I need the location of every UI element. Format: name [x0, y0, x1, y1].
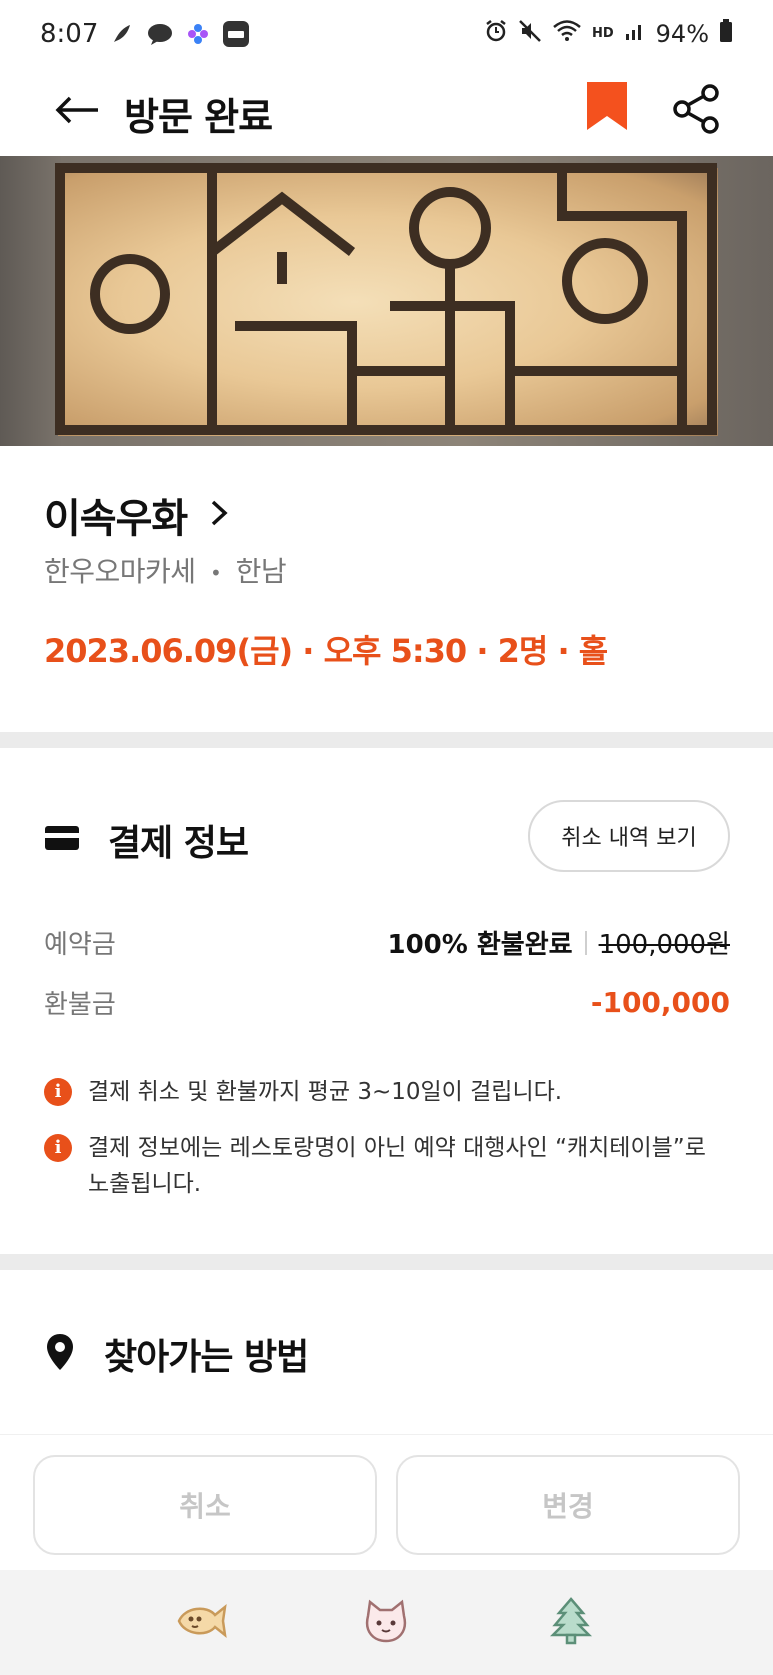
- app-bar: 방문 완료: [0, 68, 773, 156]
- value-separator: [584, 930, 587, 955]
- notice-text: 결제 정보에는 레스토랑명이 아닌 예약 대행사인 “캐치테이블”로 노출됩니다…: [88, 1135, 706, 1197]
- original-amount: 100,000원: [598, 930, 730, 960]
- info-icon: i: [44, 1134, 72, 1162]
- section-divider: [0, 1254, 773, 1270]
- restaurant-photo: [0, 156, 773, 446]
- restaurant-name-link[interactable]: 이속우화: [44, 486, 229, 544]
- refund-status: 100% 환불완료: [387, 930, 573, 960]
- payment-section: 결제 정보 취소 내역 보기 예약금 100% 환불완료 100,000원 환불…: [0, 748, 773, 1254]
- feather-icon: [108, 20, 136, 48]
- bookmark-button[interactable]: [585, 78, 639, 144]
- location-pin-icon: [44, 1332, 76, 1376]
- restaurant-area: 한남: [235, 555, 287, 588]
- cat-icon: [362, 1598, 410, 1648]
- restaurant-meta: 한우오마카세 • 한남: [44, 550, 287, 590]
- nav-item-fish[interactable]: [172, 1595, 232, 1651]
- deposit-label: 예약금: [44, 930, 116, 960]
- booking-summary: 2023.06.09(금) · 오후 5:30 · 2명 · 홀: [44, 632, 608, 670]
- restaurant-category: 한우오마카세: [44, 555, 196, 588]
- tree-icon: [549, 1596, 593, 1649]
- bottom-nav: [0, 1570, 773, 1675]
- notice-text: 결제 취소 및 환불까지 평균 3~10일이 걸립니다.: [88, 1079, 563, 1105]
- deposit-value: 100% 환불완료 100,000원: [388, 924, 731, 961]
- restaurant-name: 이속우화: [44, 496, 188, 542]
- mute-icon: [518, 19, 542, 49]
- chevron-right-icon: [209, 498, 229, 532]
- page-title: 방문 완료: [124, 95, 273, 139]
- directions-header: 찾아가는 방법: [44, 1328, 309, 1380]
- payment-title: 결제 정보: [108, 823, 249, 864]
- plus-sparkle-icon: [184, 20, 212, 48]
- card-icon: [44, 824, 80, 856]
- refund-label: 환불금: [44, 990, 116, 1020]
- refund-amount: -100,000: [590, 986, 730, 1019]
- change-button[interactable]: 변경: [396, 1455, 740, 1555]
- refund-row: 환불금 -100,000: [44, 984, 730, 1021]
- cancel-button[interactable]: 취소: [33, 1455, 377, 1555]
- notice-item: i 결제 정보에는 레스토랑명이 아닌 예약 대행사인 “캐치테이블”로 노출됩…: [44, 1130, 730, 1202]
- nav-item-cat[interactable]: [356, 1595, 416, 1651]
- nav-item-tree[interactable]: [541, 1595, 601, 1651]
- chat-bubble-icon: [146, 20, 174, 48]
- status-right: HD 94%: [484, 19, 733, 49]
- back-button[interactable]: [50, 84, 106, 140]
- section-divider: [0, 732, 773, 748]
- directions-section: 찾아가는 방법: [0, 1270, 773, 1434]
- deposit-row: 예약금 100% 환불완료 100,000원: [44, 924, 730, 961]
- share-icon: [670, 83, 722, 139]
- fish-icon: [175, 1601, 229, 1645]
- wifi-icon: [552, 19, 582, 49]
- payment-header: 결제 정보: [44, 814, 249, 866]
- battery-icon: [719, 19, 733, 49]
- status-bar: 8:07 HD 94%: [0, 0, 773, 68]
- directions-title: 찾아가는 방법: [104, 1337, 309, 1378]
- signboard-frame: [55, 163, 717, 435]
- notice-item: i 결제 취소 및 환불까지 평균 3~10일이 걸립니다.: [44, 1074, 730, 1110]
- info-icon: i: [44, 1078, 72, 1106]
- status-time: 8:07: [40, 19, 99, 49]
- meta-separator: •: [209, 561, 222, 585]
- hd-voice-label: HD: [591, 26, 614, 41]
- status-left: 8:07: [40, 19, 250, 49]
- share-button[interactable]: [668, 78, 724, 144]
- cancel-history-button[interactable]: 취소 내역 보기: [528, 800, 730, 872]
- restaurant-info: 이속우화 한우오마카세 • 한남 2023.06.09(금) · 오후 5:30…: [0, 446, 773, 732]
- action-bar: 취소 변경: [0, 1434, 773, 1570]
- bookmark-icon: [585, 82, 629, 138]
- pay-app-icon: [222, 20, 250, 48]
- battery-percent: 94%: [655, 20, 709, 48]
- signal-icon: [624, 20, 646, 48]
- arrow-left-icon: [54, 95, 102, 129]
- alarm-icon: [484, 19, 508, 49]
